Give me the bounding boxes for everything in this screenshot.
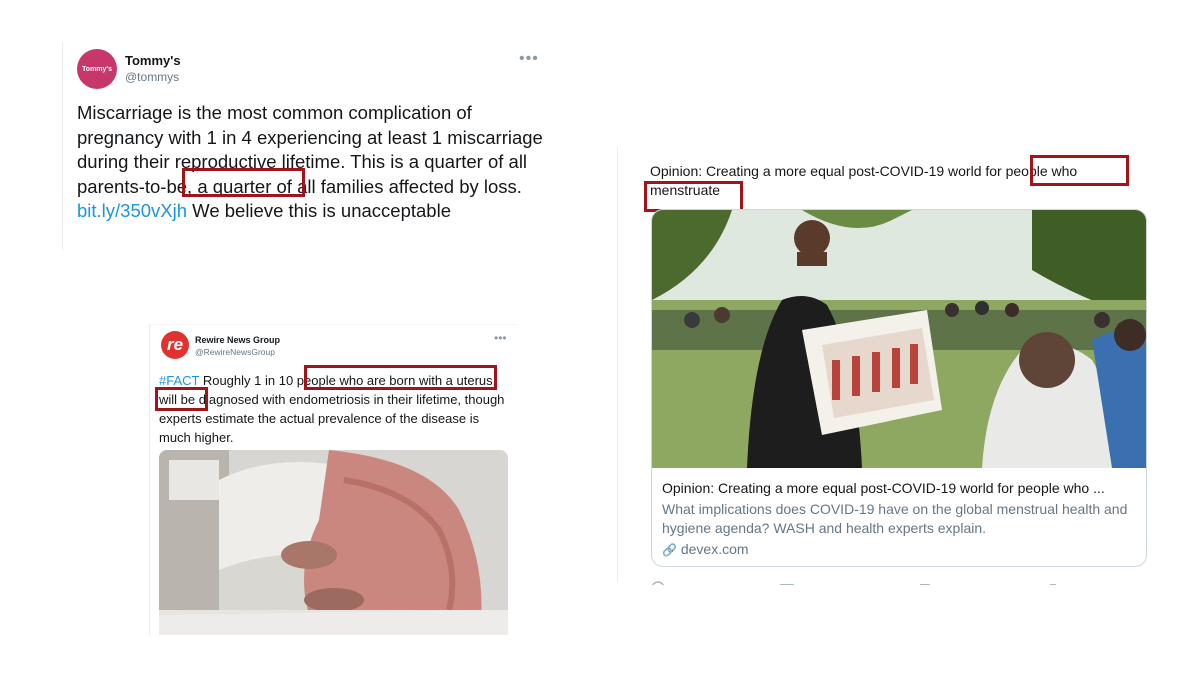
tommys-handle[interactable]: @tommys [125,70,179,84]
tommys-display-name[interactable]: Tommy's [125,53,181,68]
woman-on-sofa-image [159,450,508,635]
card-description: What implications does COVID-19 have on … [662,501,1128,536]
community-meeting-image [652,210,1146,468]
tweet-text-part: Opinion: Creating a more equal post-COVI… [650,163,1006,179]
link-icon: 🔗 [662,543,677,557]
card-domain[interactable]: 🔗 devex.com [662,541,749,557]
more-icon[interactable]: ••• [519,50,539,68]
tweet-photo[interactable] [159,450,508,635]
tweet-link[interactable]: bit.ly/350vXjh [77,200,187,221]
tweet-text-part: Miscarriage is the most common complicat… [77,102,543,172]
thread-divider [617,147,618,583]
action-icons-cropped [651,581,1056,585]
tommys-avatar[interactable]: Tommy's [77,49,117,89]
devex-tweet[interactable]: Opinion: Creating a more equal post-COVI… [578,147,1158,585]
more-icon[interactable]: ••• [494,331,507,345]
card-title[interactable]: Opinion: Creating a more equal post-COVI… [662,480,1138,496]
tweet-text-part: We believe this is unacceptable [187,200,451,221]
link-preview-card[interactable]: Opinion: Creating a more equal post-COVI… [651,209,1147,567]
tweet-text-part: will be diagnosed with endometriosis in … [159,392,505,445]
tweet-text-part: , a quarter of all families affected by … [187,175,522,197]
tweet-text-part: Roughly 1 in 10 [199,373,297,388]
highlighted-phrase: parents-to-be [77,175,188,197]
tweet-text: Opinion: Creating a more equal post-COVI… [650,162,1130,200]
highlighted-phrase: people who [1005,163,1078,179]
hashtag-link[interactable]: #FACT [159,373,199,388]
tweet-text: #FACT Roughly 1 in 10 people who are bor… [159,371,511,447]
highlighted-phrase: people who are born with a [296,373,453,388]
tweet-actions-cropped [650,577,1130,585]
rewire-tweet[interactable]: re Rewire News Group @RewireNewsGroup ••… [149,324,517,635]
tommys-tweet[interactable]: Tommy's Tommy's @tommys ••• Miscarriage … [62,42,553,250]
tweet-text: Miscarriage is the most common complicat… [77,101,547,224]
card-domain-text: devex.com [680,541,749,557]
rewire-display-name[interactable]: Rewire News Group [195,335,280,345]
highlighted-phrase: menstruate [650,182,721,198]
highlighted-phrase: uterus [456,373,493,388]
rewire-handle[interactable]: @RewireNewsGroup [195,347,275,357]
rewire-avatar[interactable]: re [161,331,189,359]
